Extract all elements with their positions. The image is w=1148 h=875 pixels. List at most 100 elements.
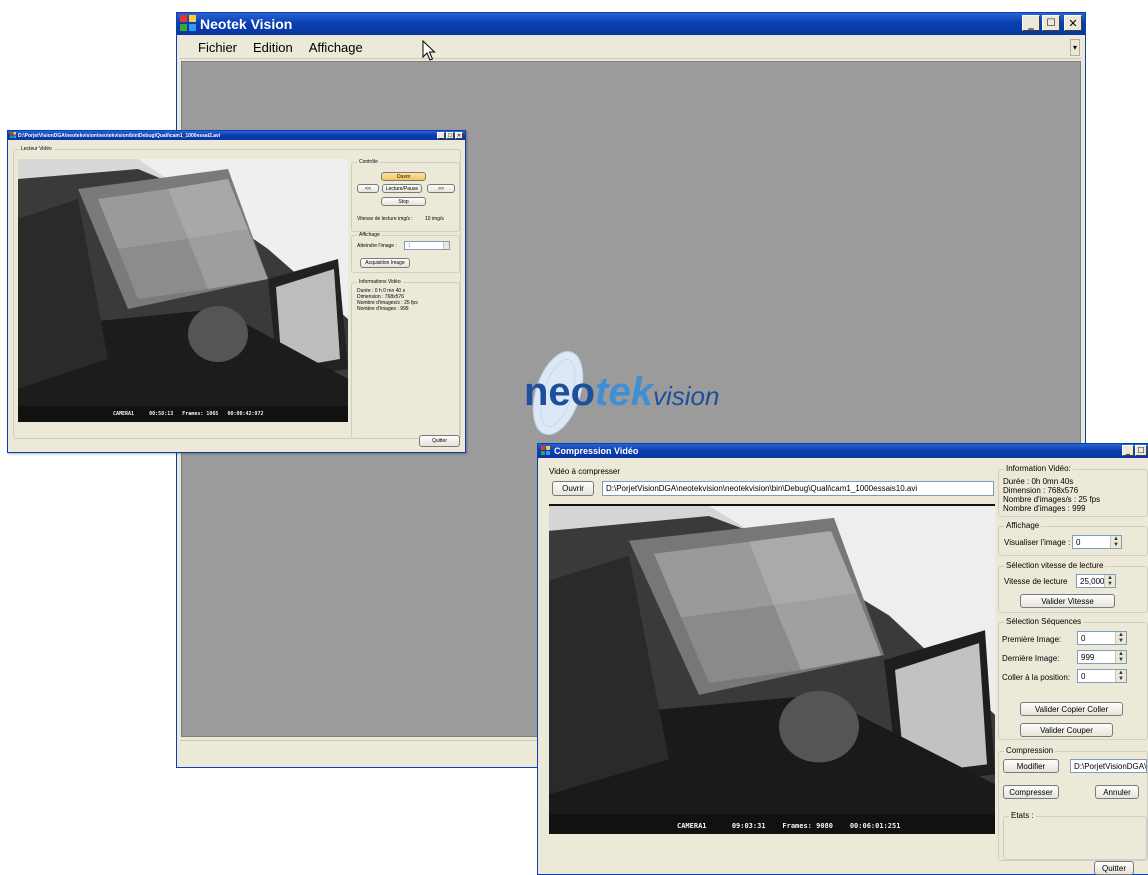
paste-position-spinner[interactable]: ▲ ▼: [1115, 670, 1126, 682]
validate-speed-button[interactable]: Valider Vitesse: [1020, 594, 1115, 608]
player-osd-timecode: 00:00:42:972: [227, 411, 264, 417]
compression-osd-timecode: 00:06:01:251: [849, 822, 901, 830]
menu-fichier[interactable]: Fichier: [190, 40, 245, 55]
player-speed-label: Vitesse de lecture img/s :: [357, 216, 413, 222]
compression-minimize-button[interactable]: _: [1122, 445, 1134, 456]
spin-down-icon: ▼: [1118, 657, 1124, 663]
minimize-icon: _: [1028, 16, 1034, 30]
last-image-input[interactable]: 999 ▲ ▼: [1077, 650, 1127, 664]
compression-view-value: 0: [1076, 537, 1081, 547]
compression-osd-time: 09:03:31: [731, 822, 766, 830]
compression-video-label: Vidéo à compresser: [549, 467, 620, 476]
player-goto-input[interactable]: 1: [404, 241, 450, 250]
maximize-icon: ☐: [447, 132, 453, 139]
player-close-button[interactable]: ✕: [455, 132, 463, 139]
compression-open-button[interactable]: Ouvrir: [552, 481, 594, 496]
logo-text-tek: tek: [595, 370, 653, 414]
player-stop-button[interactable]: Stop: [381, 197, 426, 206]
compression-video-frame[interactable]: CAMERA1 09:03:31 Frames: 9080 00:06:01:2…: [549, 504, 995, 834]
close-button[interactable]: ✕: [1064, 15, 1082, 31]
menu-edition[interactable]: Edition: [245, 40, 301, 55]
neotekvision-logo: neotekvision: [521, 348, 751, 438]
player-video-frame[interactable]: CAMERA1 00:58:13 Frames: 1065 00:00:42:9…: [18, 159, 348, 422]
first-image-value: 0: [1081, 633, 1086, 643]
compression-speed-label: Vitesse de lecture: [1004, 577, 1068, 586]
player-controle-group: Contrôle Ouvrir << Lecture/Pause >> Stop…: [351, 159, 460, 232]
cancel-button[interactable]: Annuler: [1095, 785, 1139, 799]
spin-down-icon: ▼: [1107, 581, 1113, 587]
player-video-label: Lecteur Vidéo: [19, 146, 54, 152]
compression-view-input[interactable]: 0 ▲ ▼: [1072, 535, 1122, 549]
compression-app-icon: [541, 445, 550, 457]
main-title-bar[interactable]: Neotek Vision _ ☐ ✕: [177, 13, 1085, 35]
close-icon: ✕: [1068, 16, 1078, 30]
maximize-icon: ☐: [1137, 446, 1145, 455]
player-affichage-title: Affichage: [357, 232, 382, 238]
player-app-icon: [10, 131, 16, 140]
player-info-group: Informations Vidéo Durée : 0 h 0 mn 40 s…: [351, 279, 460, 439]
player-acquire-button[interactable]: Acquisition Image: [360, 258, 410, 268]
player-goto-spinner[interactable]: [443, 242, 449, 249]
player-osd-camera: CAMERA1: [113, 411, 135, 417]
player-title-bar[interactable]: D:\PorjetVisionDGA\neotekvision\neotekvi…: [8, 131, 465, 140]
compression-sequences-group: Sélection Séquences Première Image: 0 ▲ ▼…: [998, 617, 1148, 740]
compression-group: Compression Modifier D:\PorjetVisionDGA\…: [998, 746, 1148, 861]
compression-window-title: Compression Vidéo: [554, 446, 639, 456]
output-path-value: D:\PorjetVisionDGA\ne: [1074, 761, 1147, 771]
compress-button[interactable]: Compresser: [1003, 785, 1059, 799]
validate-cut-button[interactable]: Valider Couper: [1020, 723, 1113, 737]
last-image-label: Dernière Image:: [1002, 654, 1060, 663]
player-info-count: Nombre d'images : 999: [357, 306, 409, 312]
player-quit-button[interactable]: Quitter: [419, 435, 460, 447]
maximize-icon: ☐: [1046, 17, 1056, 29]
last-image-spinner[interactable]: ▲ ▼: [1115, 651, 1126, 663]
compression-info-group: Information Vidéo: Durée : 0h 0mn 40s Di…: [998, 464, 1148, 517]
logo-text-neo: neo: [524, 370, 596, 414]
player-minimize-button[interactable]: _: [437, 132, 445, 139]
first-image-label: Première Image:: [1002, 635, 1062, 644]
compression-group-title: Compression: [1004, 746, 1056, 755]
validate-copy-paste-button[interactable]: Valider Copier Coller: [1020, 702, 1123, 716]
menu-overflow-button[interactable]: ▾: [1070, 39, 1080, 56]
paste-position-input[interactable]: 0 ▲ ▼: [1077, 669, 1127, 683]
logo-wordmark: neotekvision: [524, 370, 719, 415]
compression-title-bar[interactable]: Compression Vidéo _ ☐: [538, 444, 1148, 458]
player-open-button[interactable]: Ouvrir: [381, 172, 426, 181]
player-maximize-button[interactable]: ☐: [446, 132, 454, 139]
compression-maximize-button[interactable]: ☐: [1135, 445, 1147, 456]
compression-affichage-group: Affichage Visualiser l'image : 0 ▲ ▼: [998, 521, 1148, 556]
menu-bar: Fichier Edition Affichage ▾: [180, 37, 1082, 59]
compression-path-input[interactable]: D:\PorjetVisionDGA\neotekvision\neotekvi…: [602, 481, 994, 496]
player-speed-value: 10 img/s: [425, 216, 444, 222]
minimize-button[interactable]: _: [1022, 15, 1040, 31]
compression-view-label: Visualiser l'image :: [1004, 538, 1071, 547]
player-next-button[interactable]: >>: [427, 184, 455, 193]
player-prev-button[interactable]: <<: [357, 184, 379, 193]
player-osd-frames-value: 1065: [206, 411, 219, 417]
paste-position-value: 0: [1081, 671, 1086, 681]
compression-info-duration: Durée : 0h 0mn 40s: [1003, 477, 1074, 486]
spin-down-icon: ▼: [1118, 638, 1124, 644]
compression-speed-spinner[interactable]: ▲ ▼: [1104, 575, 1115, 587]
close-icon: ✕: [456, 132, 462, 139]
compression-info-count: Nombre d'images : 999: [1003, 504, 1086, 513]
compression-speed-input[interactable]: 25,0000 ▲ ▼: [1076, 574, 1116, 588]
etats-group: Etats :: [1003, 811, 1147, 860]
player-window: D:\PorjetVisionDGA\neotekvision\neotekvi…: [7, 130, 466, 453]
compression-quit-button[interactable]: Quitter: [1094, 861, 1134, 875]
first-image-spinner[interactable]: ▲ ▼: [1115, 632, 1126, 644]
spin-down-icon: ▼: [1113, 542, 1119, 548]
compression-sequences-title: Sélection Séquences: [1004, 617, 1084, 626]
output-path-input[interactable]: D:\PorjetVisionDGA\ne: [1070, 759, 1147, 773]
compression-view-spinner[interactable]: ▲ ▼: [1110, 536, 1121, 548]
main-window-title: Neotek Vision: [200, 16, 293, 32]
minimize-icon: _: [1126, 446, 1130, 455]
compression-info-title: Information Vidéo:: [1004, 464, 1073, 473]
first-image-input[interactable]: 0 ▲ ▼: [1077, 631, 1127, 645]
modify-output-button[interactable]: Modifier: [1003, 759, 1059, 773]
player-play-pause-button[interactable]: Lecture/Pause: [382, 184, 422, 193]
menu-affichage[interactable]: Affichage: [301, 40, 371, 55]
maximize-button[interactable]: ☐: [1042, 15, 1060, 31]
player-info-lines: Durée : 0 h 0 mn 40 s Dimension : 768x57…: [357, 288, 418, 312]
player-info-title: Informations Vidéo: [357, 279, 403, 285]
